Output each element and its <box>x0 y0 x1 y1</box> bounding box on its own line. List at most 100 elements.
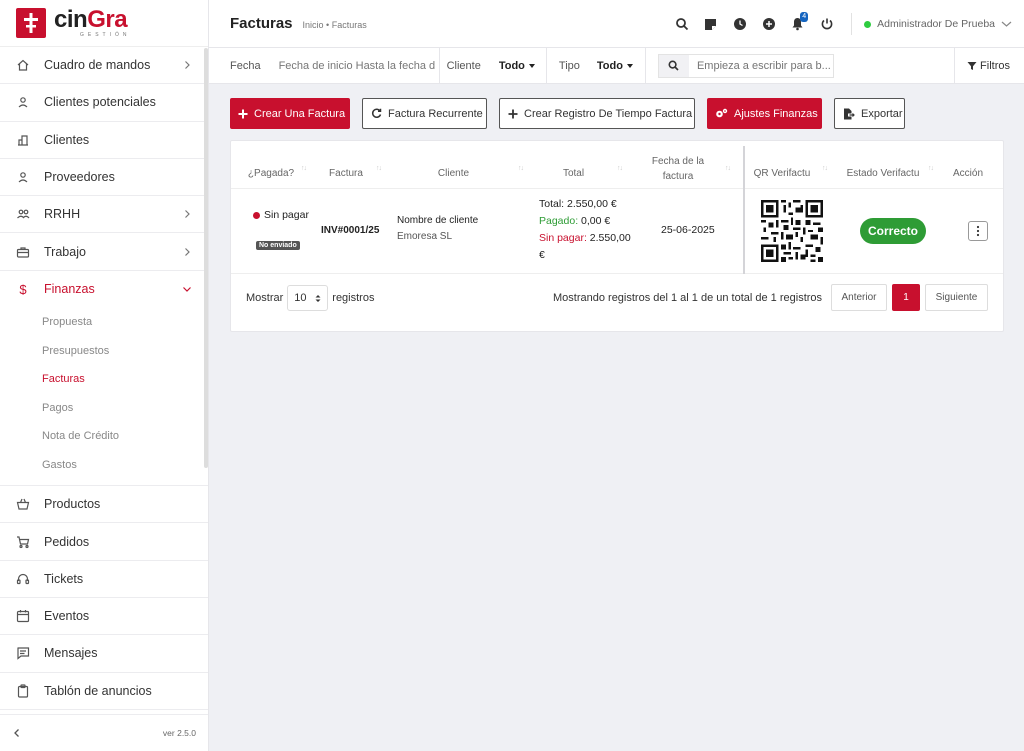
create-invoice-button[interactable]: Crear Una Factura <box>230 98 350 129</box>
export-label: Exportar <box>861 107 903 120</box>
sidebar-item-products[interactable]: Productos <box>0 486 208 524</box>
sidebar-item-label: Clientes potenciales <box>44 95 156 110</box>
create-timelog-invoice-label: Crear Registro De Tiempo Factura <box>524 107 693 120</box>
verifactu-status-badge[interactable]: Correcto <box>860 218 927 244</box>
sidebar-item-finance[interactable]: $ Finanzas <box>0 271 208 308</box>
plus-icon <box>238 109 248 119</box>
caret-down-icon <box>626 63 633 68</box>
online-status-icon <box>864 20 872 28</box>
add-circle-icon[interactable] <box>754 10 783 39</box>
search-icon[interactable] <box>658 54 689 77</box>
date-range-picker[interactable]: Fecha de inicio Hasta la fecha d <box>279 60 439 72</box>
dollar-icon: $ <box>19 281 27 297</box>
basket-icon <box>16 497 30 511</box>
paid-status-label: Sin pagar <box>264 209 309 221</box>
type-filter-label: Tipo <box>558 59 580 72</box>
sort-icon[interactable]: ↑↓ <box>725 165 731 172</box>
client-company: Emoresa SL <box>397 231 453 242</box>
sidebar-item-messages[interactable]: Mensajes <box>0 635 208 673</box>
next-page-button[interactable]: Siguiente <box>925 284 988 311</box>
submenu-item-payments[interactable]: Pagos <box>0 394 208 423</box>
sidebar-item-events[interactable]: Eventos <box>0 598 208 636</box>
client-filter-dropdown[interactable]: Todo <box>499 60 535 72</box>
finance-submenu: Propuesta Presupuestos Facturas Pagos No… <box>0 308 208 487</box>
collapse-sidebar-icon[interactable] <box>12 728 22 738</box>
sidebar-scrollbar[interactable] <box>204 48 208 468</box>
funnel-icon <box>967 61 977 71</box>
submenu-item-estimates[interactable]: Presupuestos <box>0 337 208 366</box>
sidebar-item-orders[interactable]: Pedidos <box>0 523 208 561</box>
plus-icon <box>508 109 518 119</box>
notification-badge: 4 <box>800 11 809 22</box>
invoice-totals: Total: 2.550,00 € Pagado: 0,00 € Sin pag… <box>539 196 639 264</box>
logo[interactable]: cinGra GESTIÓN <box>0 0 208 47</box>
row-actions-button[interactable] <box>968 221 988 241</box>
filters-button[interactable]: Filtros <box>954 48 1024 84</box>
sort-icon[interactable]: ↑↓ <box>376 165 382 172</box>
sidebar-item-tickets[interactable]: Tickets <box>0 561 208 598</box>
sort-icon[interactable]: ↑↓ <box>301 165 307 172</box>
power-icon[interactable] <box>812 10 841 39</box>
sort-icon[interactable]: ↑↓ <box>822 165 828 172</box>
clock-icon[interactable] <box>725 10 754 39</box>
records-info: Mostrando registros del 1 al 1 de un tot… <box>553 292 823 304</box>
sidebar-item-label: Tickets <box>44 571 84 586</box>
sort-icon[interactable]: ↑↓ <box>617 165 623 172</box>
sidebar-item-noticeboard[interactable]: Tablón de anuncios <box>0 673 208 710</box>
submenu-item-proposal[interactable]: Propuesta <box>0 308 208 337</box>
sidebar-item-clients[interactable]: Clientes <box>0 122 208 159</box>
search-input[interactable] <box>688 59 833 72</box>
sidebar-item-label: Clientes <box>44 132 90 147</box>
qr-code-icon[interactable] <box>761 200 823 262</box>
submenu-item-expenses[interactable]: Gastos <box>0 451 208 480</box>
search-icon[interactable] <box>667 10 696 39</box>
sort-icon[interactable]: ↑↓ <box>518 165 524 172</box>
filter-bar: Fecha Fecha de inicio Hasta la fecha d C… <box>209 47 1024 84</box>
sidebar-item-leads[interactable]: Clientes potenciales <box>0 84 208 122</box>
headset-icon <box>16 572 30 586</box>
column-header-qr[interactable]: QR Verifactu <box>750 153 814 193</box>
column-header-invoice[interactable]: Factura <box>321 153 371 193</box>
export-button[interactable]: Exportar <box>834 98 905 129</box>
sticky-note-icon[interactable] <box>696 10 725 39</box>
user-menu[interactable]: Administrador De Prueba <box>864 18 1024 30</box>
page-size-select[interactable]: 10 <box>287 285 329 311</box>
briefcase-icon <box>16 245 30 259</box>
invoice-number-link[interactable]: INV#0001/25 <box>321 225 379 236</box>
type-filter-dropdown[interactable]: Todo <box>597 60 633 72</box>
sidebar-item-dashboard[interactable]: Cuadro de mandos <box>0 47 208 85</box>
column-header-client[interactable]: Cliente <box>426 153 481 193</box>
file-export-icon <box>843 108 855 120</box>
submenu-item-credit-notes[interactable]: Nota de Crédito <box>0 422 208 451</box>
finance-settings-button[interactable]: Ajustes Finanzas <box>707 98 822 129</box>
sidebar-item-hr[interactable]: RRHH <box>0 196 208 234</box>
sidebar-item-label: Mensajes <box>44 646 98 661</box>
client-name[interactable]: Nombre de cliente <box>397 215 478 226</box>
create-invoice-label: Crear Una Factura <box>254 107 346 120</box>
column-divider <box>743 146 745 274</box>
sidebar-item-work[interactable]: Trabajo <box>0 233 208 271</box>
page-size-control: Mostrar 10 registros <box>246 285 374 311</box>
column-header-paid[interactable]: ¿Pagada? <box>243 153 299 193</box>
column-header-invoice-date[interactable]: Fecha de la factura <box>643 145 713 193</box>
user-icon <box>16 95 30 109</box>
sidebar-item-label: Eventos <box>44 609 90 624</box>
column-header-verifactu-status[interactable]: Estado Verifactu <box>843 153 923 193</box>
recurring-invoice-button[interactable]: Factura Recurrente <box>362 98 487 129</box>
status-dot-icon <box>253 211 260 219</box>
sidebar-item-label: Proveedores <box>44 170 115 185</box>
create-timelog-invoice-button[interactable]: Crear Registro De Tiempo Factura <box>499 98 695 129</box>
paid-label: Pagado: <box>539 215 579 227</box>
submenu-item-invoices[interactable]: Facturas <box>0 365 208 394</box>
date-filter-label: Fecha <box>230 59 261 72</box>
bell-icon[interactable]: 4 <box>783 10 812 39</box>
clipboard-icon <box>16 684 30 698</box>
previous-page-button[interactable]: Anterior <box>831 284 887 311</box>
sidebar-item-label: Finanzas <box>44 282 95 297</box>
page-1-button[interactable]: 1 <box>892 284 920 311</box>
column-header-total[interactable]: Total <box>551 153 596 193</box>
sidebar-item-suppliers[interactable]: Proveedores <box>0 159 208 197</box>
total-label: Total: <box>539 198 565 210</box>
sort-icon[interactable]: ↑↓ <box>928 165 934 172</box>
top-header: Facturas Inicio • Facturas 4 Administrad… <box>209 0 1024 48</box>
